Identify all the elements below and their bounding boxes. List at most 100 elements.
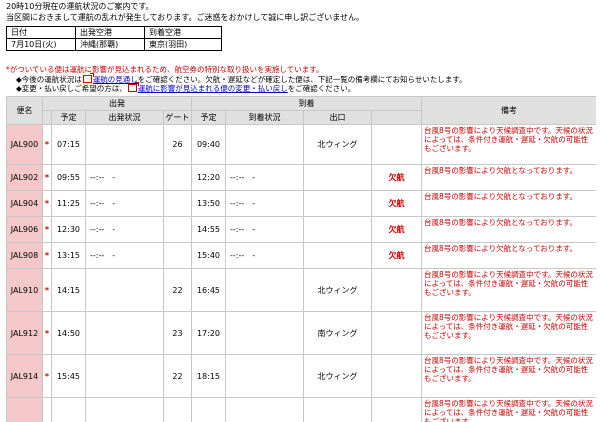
outlook-note-prefix: ◆今後の運航状況は [16, 74, 82, 84]
special-handling-mark: * [42, 268, 52, 312]
special-handling-mark: * [42, 242, 52, 269]
remark: 台風8号の影響により欠航となっております。 [421, 190, 596, 217]
gate: 22 [163, 354, 192, 398]
table-row: JAL906 * 12:30 --:-- - 14:55 --:-- - 欠航 … [6, 216, 596, 243]
flight-number: JAL912 [6, 311, 43, 355]
mark-column-header [42, 110, 52, 125]
dep-status [85, 311, 164, 355]
gate [163, 190, 192, 217]
remark: 台風8号の影響により天候調査中です。天候の状況によっては、条件付き運航・遅延・欠… [421, 268, 596, 312]
change-note-suffix: をご確認ください。 [287, 84, 356, 93]
external-link-icon [127, 82, 139, 92]
cancellation-status: 欠航 [371, 216, 422, 243]
arrival-header: 到着 [191, 96, 422, 111]
flight-number [6, 397, 43, 422]
dep-scheduled-time: 12:30 [51, 216, 86, 243]
remark: 台風8号の影響により欠航となっております。 [421, 164, 596, 191]
table-row: JAL910 * 14:15 22 16:45 北ウィング 台風8号の影響により… [6, 268, 596, 312]
remark: 台風8号の影響により欠航となっております。 [421, 242, 596, 269]
special-handling-mark: * [42, 216, 52, 243]
table-row: JAL902 * 09:55 --:-- - 12:20 --:-- - 欠航 … [6, 164, 596, 191]
arr-scheduled-time [191, 397, 226, 422]
change-refund-link[interactable]: 運航に影響が見込まれる便の変更・払い戻し [138, 84, 288, 93]
dep-scheduled-time: 13:15 [51, 242, 86, 269]
table-row: JAL900 * 07:15 26 09:40 北ウィング 台風8号の影響により… [6, 124, 596, 165]
gate: 23 [163, 311, 192, 355]
remark: 台風8号の影響により天候調査中です。天候の状況によっては、条件付き運航・遅延・欠… [421, 354, 596, 398]
exit [303, 397, 372, 422]
gate [163, 216, 192, 243]
flight-number: JAL902 [6, 164, 43, 191]
cancellation-status [371, 268, 422, 312]
cancel-column-header [371, 110, 422, 125]
departure-header: 出発 [42, 96, 192, 111]
departure-airport-header: 出発空港 [75, 26, 145, 39]
outlook-note: ◆今後の運航状況は 運航の見通しをご確認ください。欠航・遅延などが確定した便は、下… [6, 72, 467, 85]
flight-status-table: 便名 出発 到着 備考 予定 出発状況 ゲート 予定 到着状況 出口 JAL90… [6, 96, 596, 422]
asterisk-note: *がついている便は運航に影響が見込まれるため、航空券の特別な取り扱いを実施してい… [6, 65, 324, 74]
dep-scheduled-time: 15:45 [51, 354, 86, 398]
dep-scheduled-time: 14:15 [51, 268, 86, 312]
gate [163, 397, 192, 422]
remark: 台風8号の影響により天候調査中です。天候の状況によっては、条件付き運航・遅延・欠… [421, 397, 596, 422]
remarks-header: 備考 [421, 96, 596, 125]
special-handling-mark: * [42, 124, 52, 165]
dep-scheduled-time: 09:55 [51, 164, 86, 191]
departure-airport-value: 沖縄(那覇) [75, 38, 145, 51]
flight-number: JAL900 [6, 124, 43, 165]
exit [303, 242, 372, 269]
exit [303, 216, 372, 243]
dep-scheduled-time [51, 397, 86, 422]
arr-scheduled-time: 17:20 [191, 311, 226, 355]
gate: 26 [163, 124, 192, 165]
exit [303, 190, 372, 217]
cancellation-status [371, 311, 422, 355]
flight-table-container: 便名 出発 到着 備考 予定 出発状況 ゲート 予定 到着状況 出口 JAL90… [6, 96, 596, 422]
exit: 南ウィング [303, 311, 372, 355]
exit: 北ウィング [303, 268, 372, 312]
arr-scheduled-time: 13:50 [191, 190, 226, 217]
exit-header: 出口 [303, 110, 372, 125]
notes-section: *がついている便は運航に影響が見込まれるため、航空券の特別な取り扱いを実施してい… [6, 65, 467, 94]
dep-status-header: 出発状況 [85, 110, 164, 125]
table-row: JAL908 * 13:15 --:-- - 15:40 --:-- - 欠航 … [6, 242, 596, 269]
gate: 22 [163, 268, 192, 312]
outlook-link[interactable]: 運航の見通し [93, 75, 138, 84]
arr-scheduled-time: 15:40 [191, 242, 226, 269]
arr-scheduled-time: 14:55 [191, 216, 226, 243]
notice-line-2: 当区間におきまして運航の乱れが発生しております。ご迷惑をおかけして誠に申し訳ござ… [6, 13, 364, 22]
dep-status [85, 268, 164, 312]
arr-scheduled-time: 09:40 [191, 124, 226, 165]
arrival-airport-header: 到着空港 [144, 26, 222, 39]
dep-status [85, 124, 164, 165]
dep-status [85, 397, 164, 422]
gate [163, 242, 192, 269]
notice-line-1: 20時10分現在の運航状況のご案内です。 [6, 2, 154, 11]
arr-status [225, 311, 304, 355]
remark: 台風8号の影響により天候調査中です。天候の状況によっては、条件付き運航・遅延・欠… [421, 311, 596, 355]
table-row: JAL912 * 14:50 23 17:20 南ウィング 台風8号の影響により… [6, 311, 596, 355]
dep-status: --:-- - [85, 190, 164, 217]
remark: 台風8号の影響により欠航となっております。 [421, 216, 596, 243]
dep-status: --:-- - [85, 216, 164, 243]
exit: 北ウィング [303, 354, 372, 398]
external-link-icon [82, 72, 94, 83]
arr-status-header: 到着状況 [225, 110, 304, 125]
flight-number-header: 便名 [6, 96, 43, 125]
arr-status [225, 268, 304, 312]
remark: 台風8号の影響により天候調査中です。天候の状況によっては、条件付き運航・遅延・欠… [421, 124, 596, 165]
table-row: JAL914 * 15:45 22 18:15 北ウィング 台風8号の影響により… [6, 354, 596, 398]
arr-status: --:-- - [225, 190, 304, 217]
arr-scheduled-time: 18:15 [191, 354, 226, 398]
date-value: 7月10日(火) [6, 38, 76, 51]
status-notice: 20時10分現在の運航状況のご案内です。 当区間におきまして運航の乱れが発生して… [6, 1, 364, 23]
flight-number: JAL914 [6, 354, 43, 398]
arr-status: --:-- - [225, 242, 304, 269]
change-note-prefix: ◆変更・払い戻しご希望の方は、 [16, 84, 127, 93]
arr-status: --:-- - [225, 216, 304, 243]
dep-scheduled-time: 07:15 [51, 124, 86, 165]
arr-scheduled-time: 16:45 [191, 268, 226, 312]
special-handling-mark: * [42, 311, 52, 355]
arrival-airport-value: 東京(羽田) [144, 38, 222, 51]
dep-scheduled-time: 11:25 [51, 190, 86, 217]
